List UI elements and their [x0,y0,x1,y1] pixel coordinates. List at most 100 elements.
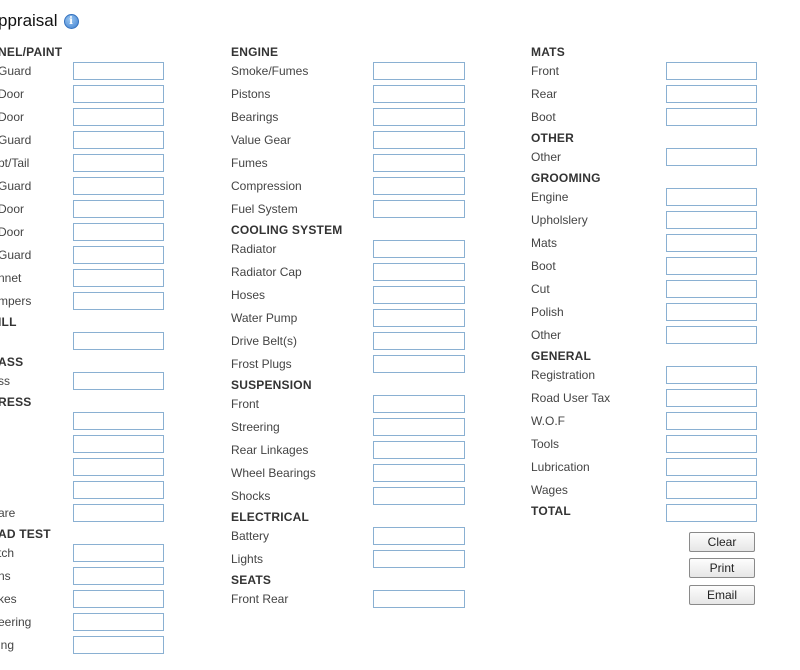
field-label: Shocks [231,489,271,503]
guard-input[interactable] [73,62,164,80]
field-label: Guard [0,179,32,193]
shocks-input[interactable] [373,487,465,505]
field-label: Fumes [231,156,268,170]
ing-input[interactable] [73,636,164,654]
radiator-input[interactable] [373,240,465,258]
field-label: Front Rear [231,592,289,606]
drive-belt-s-input[interactable] [373,332,465,350]
pt-tail-input[interactable] [73,154,164,172]
ns-input[interactable] [73,567,164,585]
section-heading-label: TOTAL [531,504,571,518]
upholslery-input[interactable] [666,211,757,229]
radiator-cap-input[interactable] [373,263,465,281]
info-icon[interactable]: i [63,13,79,29]
section-heading-label: GENERAL [531,349,592,363]
door-input[interactable] [73,200,164,218]
field-label: Front [531,64,560,78]
wages-input[interactable] [666,481,757,499]
lubrication-input[interactable] [666,458,757,476]
mpers-input[interactable] [73,292,164,310]
blank-input[interactable] [73,435,164,453]
field-label: eering [0,615,32,629]
cut-input[interactable] [666,280,757,298]
tch-input[interactable] [73,544,164,562]
boot-input[interactable] [666,257,757,275]
kes-input[interactable] [73,590,164,608]
eering-input[interactable] [73,613,164,631]
pistons-input[interactable] [373,85,465,103]
lights-input[interactable] [373,550,465,568]
fumes-input[interactable] [373,154,465,172]
field-label: Guard [0,248,32,262]
road-user-tax-input[interactable] [666,389,757,407]
total-input[interactable] [666,504,757,522]
field-label: Boot [531,259,556,273]
ss-input[interactable] [73,372,164,390]
w-o-f-input[interactable] [666,412,757,430]
print-button[interactable]: Print [689,558,755,578]
door-input[interactable] [73,85,164,103]
field-label: Pistons [231,87,271,101]
nnet-input[interactable] [73,269,164,287]
rear-linkages-input[interactable] [373,441,465,459]
boot-input[interactable] [666,108,757,126]
l-input[interactable] [73,332,164,350]
wheel-bearings-input[interactable] [373,464,465,482]
are-input[interactable] [73,504,164,522]
field-label: Fuel System [231,202,298,216]
hoses-input[interactable] [373,286,465,304]
battery-input[interactable] [373,527,465,545]
field-label: Drive Belt(s) [231,334,298,348]
section-heading-label: NEL/PAINT [0,45,63,59]
field-label: nnet [0,271,22,285]
page-title: ppraisal i [0,11,79,31]
water-pump-input[interactable] [373,309,465,327]
compression-input[interactable] [373,177,465,195]
field-label: Compression [231,179,302,193]
field-label: l [0,334,1,348]
section-heading-label: MATS [531,45,565,59]
bearings-input[interactable] [373,108,465,126]
page-title-text: ppraisal [0,11,58,30]
clear-button[interactable]: Clear [689,532,755,552]
field-label: Lubrication [531,460,590,474]
field-label: Tools [531,437,560,451]
polish-input[interactable] [666,303,757,321]
field-label: Lights [231,552,264,566]
guard-input[interactable] [73,246,164,264]
other-input[interactable] [666,326,757,344]
field-label: ns [0,569,11,583]
guard-input[interactable] [73,131,164,149]
mats-input[interactable] [666,234,757,252]
guard-input[interactable] [73,177,164,195]
front-rear-input[interactable] [373,590,465,608]
registration-input[interactable] [666,366,757,384]
field-label: Registration [531,368,596,382]
blank-input[interactable] [73,458,164,476]
field-label: ss [0,374,10,388]
door-input[interactable] [73,108,164,126]
streering-input[interactable] [373,418,465,436]
blank-input[interactable] [73,412,164,430]
value-gear-input[interactable] [373,131,465,149]
smoke-fumes-input[interactable] [373,62,465,80]
email-button[interactable]: Email [689,585,755,605]
front-input[interactable] [373,395,465,413]
front-input[interactable] [666,62,757,80]
tools-input[interactable] [666,435,757,453]
frost-plugs-input[interactable] [373,355,465,373]
section-heading-label: AD TEST [0,527,51,541]
engine-input[interactable] [666,188,757,206]
section-heading-label: ILL [0,315,17,329]
section-heading-label: OTHER [531,131,574,145]
door-input[interactable] [73,223,164,241]
rear-input[interactable] [666,85,757,103]
field-label: Battery [231,529,270,543]
field-label: Hoses [231,288,266,302]
field-label: Rear [531,87,558,101]
section-heading-label: RESS [0,395,32,409]
blank-input[interactable] [73,481,164,499]
other-input[interactable] [666,148,757,166]
field-label: Guard [0,133,32,147]
fuel-system-input[interactable] [373,200,465,218]
